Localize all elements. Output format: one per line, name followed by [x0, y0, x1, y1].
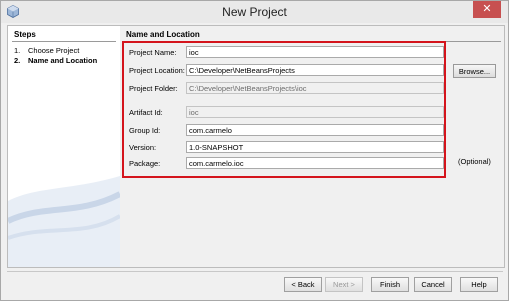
window-title: New Project	[222, 5, 287, 19]
step-label: Name and Location	[28, 56, 98, 65]
main-panel: Name and Location Project Name: ioc Proj…	[121, 26, 504, 267]
package-label: Package:	[129, 159, 161, 168]
back-button[interactable]: < Back	[284, 277, 322, 292]
project-folder-field: C:\Developer\NetBeansProjects\ioc	[186, 82, 444, 94]
steps-divider	[12, 41, 116, 42]
optional-note: (Optional)	[458, 157, 491, 166]
step-number: 2.	[14, 56, 21, 65]
step-label: Choose Project	[28, 46, 80, 55]
section-title: Name and Location	[126, 30, 200, 39]
step-number: 1.	[14, 46, 21, 55]
steps-panel: Steps 1. Choose Project 2. Name and Locati…	[8, 26, 120, 267]
wizard-content: Steps 1. Choose Project 2. Name and Locati…	[7, 25, 505, 268]
project-name-field[interactable]: ioc	[186, 46, 444, 58]
artifact-id-field: ioc	[186, 106, 444, 118]
steps-title: Steps	[14, 30, 36, 39]
version-field[interactable]: 1.0-SNAPSHOT	[186, 141, 444, 153]
artifact-id-label: Artifact Id:	[129, 108, 163, 117]
browse-button[interactable]: Browse...	[453, 64, 496, 78]
next-button[interactable]: Next >	[325, 277, 363, 292]
cancel-button[interactable]: Cancel	[414, 277, 452, 292]
version-label: Version:	[129, 143, 157, 152]
title-bar[interactable]: New Project ✕	[1, 1, 508, 23]
project-location-label: Project Location:	[129, 66, 185, 75]
close-button[interactable]: ✕	[473, 1, 501, 18]
group-id-field[interactable]: com.carmelo	[186, 124, 444, 136]
finish-button[interactable]: Finish	[371, 277, 409, 292]
help-button[interactable]: Help	[460, 277, 498, 292]
project-location-field[interactable]: C:\Developer\NetBeansProjects	[186, 64, 444, 76]
step-item-choose-project: 1. Choose Project	[14, 46, 79, 55]
section-divider	[125, 41, 501, 42]
project-name-label: Project Name:	[129, 48, 177, 57]
project-folder-label: Project Folder:	[129, 84, 178, 93]
button-bar-divider	[7, 271, 503, 272]
package-field[interactable]: com.carmelo.ioc	[186, 157, 444, 169]
group-id-label: Group Id:	[129, 126, 161, 135]
new-project-dialog: New Project ✕ Steps 1. Choose Project 2. N…	[0, 0, 509, 301]
step-item-name-and-location: 2. Name and Location	[14, 56, 97, 65]
